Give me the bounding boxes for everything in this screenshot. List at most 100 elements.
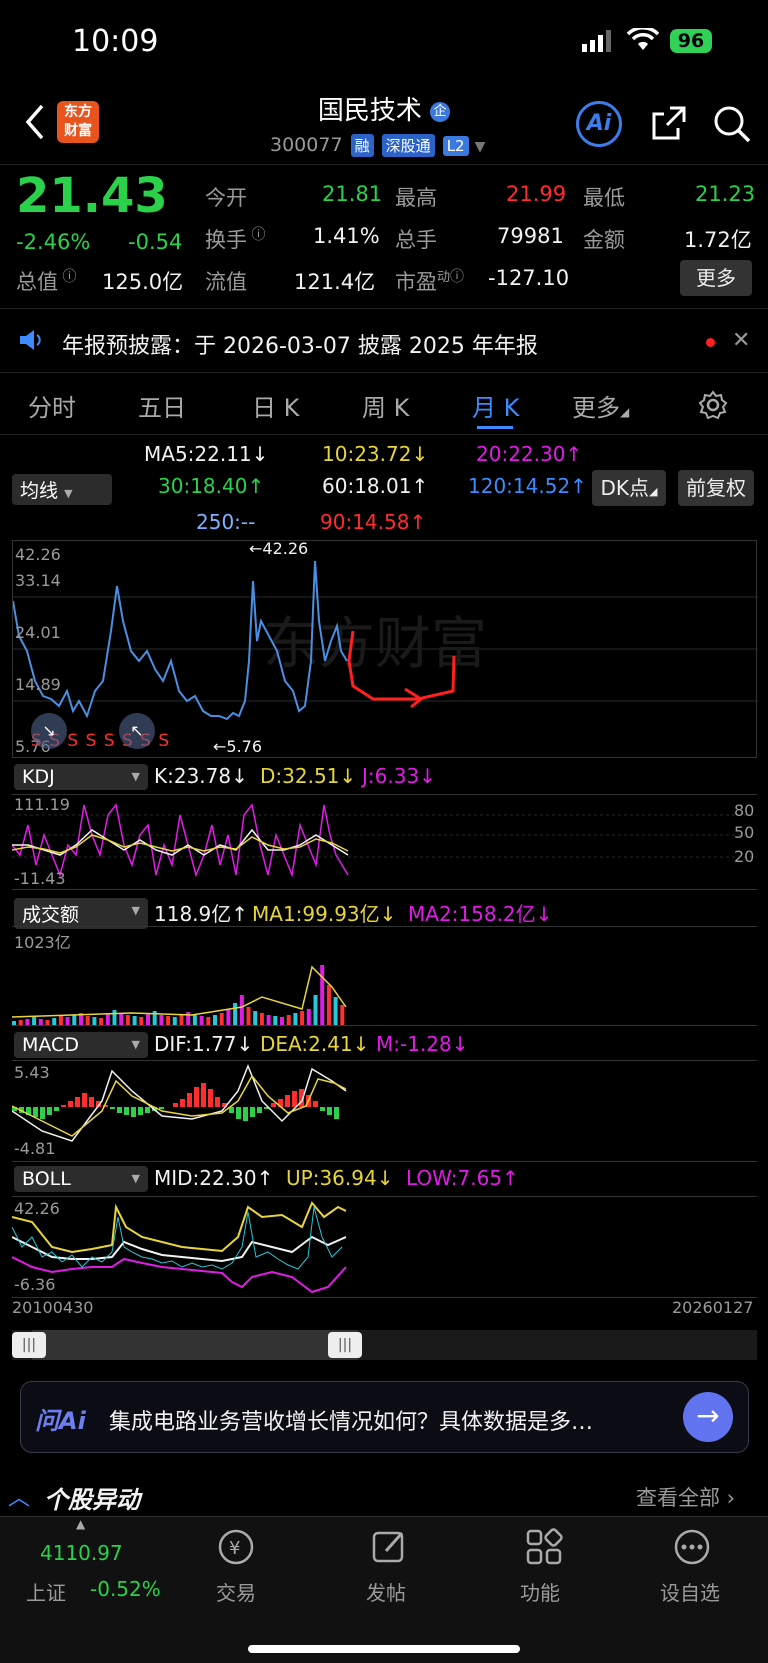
info-icon[interactable]: ⓘ (450, 269, 464, 285)
tab-5day[interactable]: 五日 (138, 388, 186, 423)
stock-name: 国民技术 (317, 96, 422, 126)
dropdown-icon[interactable]: ▼ (475, 139, 486, 155)
tick-2: 33.14 (15, 571, 61, 590)
share-icon[interactable] (650, 104, 688, 146)
margin-tag: 融 (350, 134, 374, 157)
macd-selector[interactable]: MACD ▼ (14, 1032, 148, 1058)
battery-icon: 96 (670, 29, 712, 53)
watchlist-icon[interactable] (672, 1527, 712, 1572)
max-label: ←42.26 (249, 539, 309, 558)
range-handle-right[interactable]: ||| (328, 1332, 362, 1358)
tab-monthly[interactable]: 月 K (472, 388, 519, 423)
macd-m: M:-1.28↓ (376, 1032, 469, 1056)
volume-bar (132, 1016, 137, 1025)
volume-ma-line (12, 965, 347, 1018)
range-selected (32, 1330, 358, 1360)
volume-label: 总手 (395, 228, 437, 252)
l2-tag: L2 (442, 136, 469, 156)
nav-function[interactable]: 功能 (520, 1577, 560, 1606)
kdj-chart[interactable]: 111.19 -11.43 80 50 20 (12, 794, 757, 890)
volume-bar (273, 1016, 278, 1025)
boll-chart[interactable]: 42.26 -6.36 (12, 1196, 757, 1298)
tick-3: 24.01 (15, 623, 61, 642)
index-change[interactable]: -0.52% (90, 1577, 161, 1601)
volume-bar (65, 1017, 70, 1025)
amount-label: 金额 (583, 228, 625, 252)
close-icon[interactable]: ✕ (732, 328, 750, 353)
trade-icon[interactable]: ¥ (216, 1527, 256, 1572)
volume-bar (99, 1018, 104, 1025)
boll-selector[interactable]: BOLL ▼ (14, 1166, 148, 1192)
info-icon[interactable]: ⓘ (58, 269, 76, 285)
volume-bar (219, 1013, 224, 1025)
volume-bar (18, 1020, 23, 1025)
volume-bar (119, 1014, 124, 1025)
search-icon[interactable] (712, 104, 752, 148)
volume-bar (92, 1017, 97, 1025)
macd-bar (271, 1103, 276, 1107)
view-all-link[interactable]: 查看全部 › (636, 1482, 735, 1512)
zoom-out-icon[interactable]: ↘ (31, 713, 67, 749)
nav-watchlist[interactable]: 设自选 (660, 1577, 720, 1606)
macd-bar (89, 1097, 94, 1107)
volume-bar (306, 1009, 311, 1025)
turnover-value: 1.41% (313, 224, 380, 248)
volume-bar (12, 1021, 16, 1025)
volume-bar (146, 1013, 150, 1025)
index-value[interactable]: 4110.97 (40, 1541, 123, 1565)
info-icon[interactable]: ⓘ (247, 227, 265, 243)
fq-button[interactable]: 前复权 (678, 470, 754, 506)
ai-button[interactable]: Ai (576, 101, 622, 147)
battery-level: 96 (677, 30, 705, 52)
macd-bar (236, 1107, 241, 1119)
tab-weekly[interactable]: 周 K (362, 388, 409, 423)
notice-bar[interactable]: 年报预披露：于 2026-03-07 披露 2025 年年报 ✕ (0, 318, 768, 368)
volume-chart[interactable]: 1023亿 (12, 926, 757, 1026)
macd-bar (131, 1107, 136, 1117)
volume-bar (172, 1017, 177, 1025)
kdj-selector[interactable]: KDJ ▼ (14, 764, 148, 790)
dk-button[interactable]: DK点◢ (592, 470, 666, 506)
send-arrow-icon[interactable]: → (683, 1392, 733, 1442)
collapse-icon[interactable]: ︿ (8, 1480, 30, 1512)
enterprise-badge: 企 (430, 101, 451, 122)
tab-daily[interactable]: 日 K (252, 388, 299, 423)
range-handle-left[interactable]: ||| (12, 1332, 46, 1358)
tab-intraday[interactable]: 分时 (28, 388, 76, 423)
macd-bar (292, 1091, 297, 1107)
movement-title: 个股异动 (44, 1486, 140, 1514)
tab-more[interactable]: 更多◢ (572, 388, 629, 423)
volume-bar (280, 1017, 284, 1025)
mcap-label: 总值 ⓘ (16, 269, 77, 294)
function-icon[interactable] (524, 1527, 564, 1572)
ma90: 90:14.58↑ (320, 510, 427, 534)
macd-bar (334, 1107, 339, 1119)
ma30: 30:18.40↑ (158, 474, 265, 498)
macd-top: 5.43 (14, 1063, 50, 1082)
low-value: 21.23 (695, 182, 756, 206)
change-pct: -2.46% (16, 230, 91, 254)
volume-bar (139, 1017, 144, 1025)
tab-underline (477, 426, 513, 429)
volume-bar (166, 1016, 171, 1025)
volume-bar (246, 1007, 251, 1025)
zoom-in-icon[interactable]: ↖ (119, 713, 155, 749)
range-track[interactable]: ||| ||| (12, 1330, 757, 1360)
nav-trade[interactable]: 交易 (216, 1577, 256, 1606)
macd-bottom: -4.81 (14, 1139, 56, 1158)
change-amount: -0.54 (128, 230, 183, 254)
volume-bar (38, 1019, 43, 1025)
settings-icon[interactable] (698, 390, 728, 426)
vol-ma1: MA1:99.93亿↓ (252, 902, 397, 926)
volume-bar (25, 1019, 30, 1025)
post-icon[interactable] (370, 1527, 410, 1572)
volume-selector[interactable]: 成交额 ▼ (14, 898, 148, 929)
macd-chart[interactable]: 5.43 -4.81 (12, 1060, 757, 1162)
ma-selector[interactable]: 均线 ▼ (12, 474, 112, 505)
nav-post[interactable]: 发帖 (366, 1577, 406, 1606)
ma250: 250:-- (196, 510, 256, 534)
price-chart[interactable]: 东方财富 42.26 33.14 24.01 14.89 5.76 ←42.26… (12, 539, 758, 758)
index-name[interactable]: 上证 (26, 1577, 66, 1606)
ask-ai-bar[interactable]: 问Ai 集成电路业务营收增长情况如何？具体数据是多… → (20, 1381, 749, 1453)
more-button[interactable]: 更多 (680, 260, 752, 296)
